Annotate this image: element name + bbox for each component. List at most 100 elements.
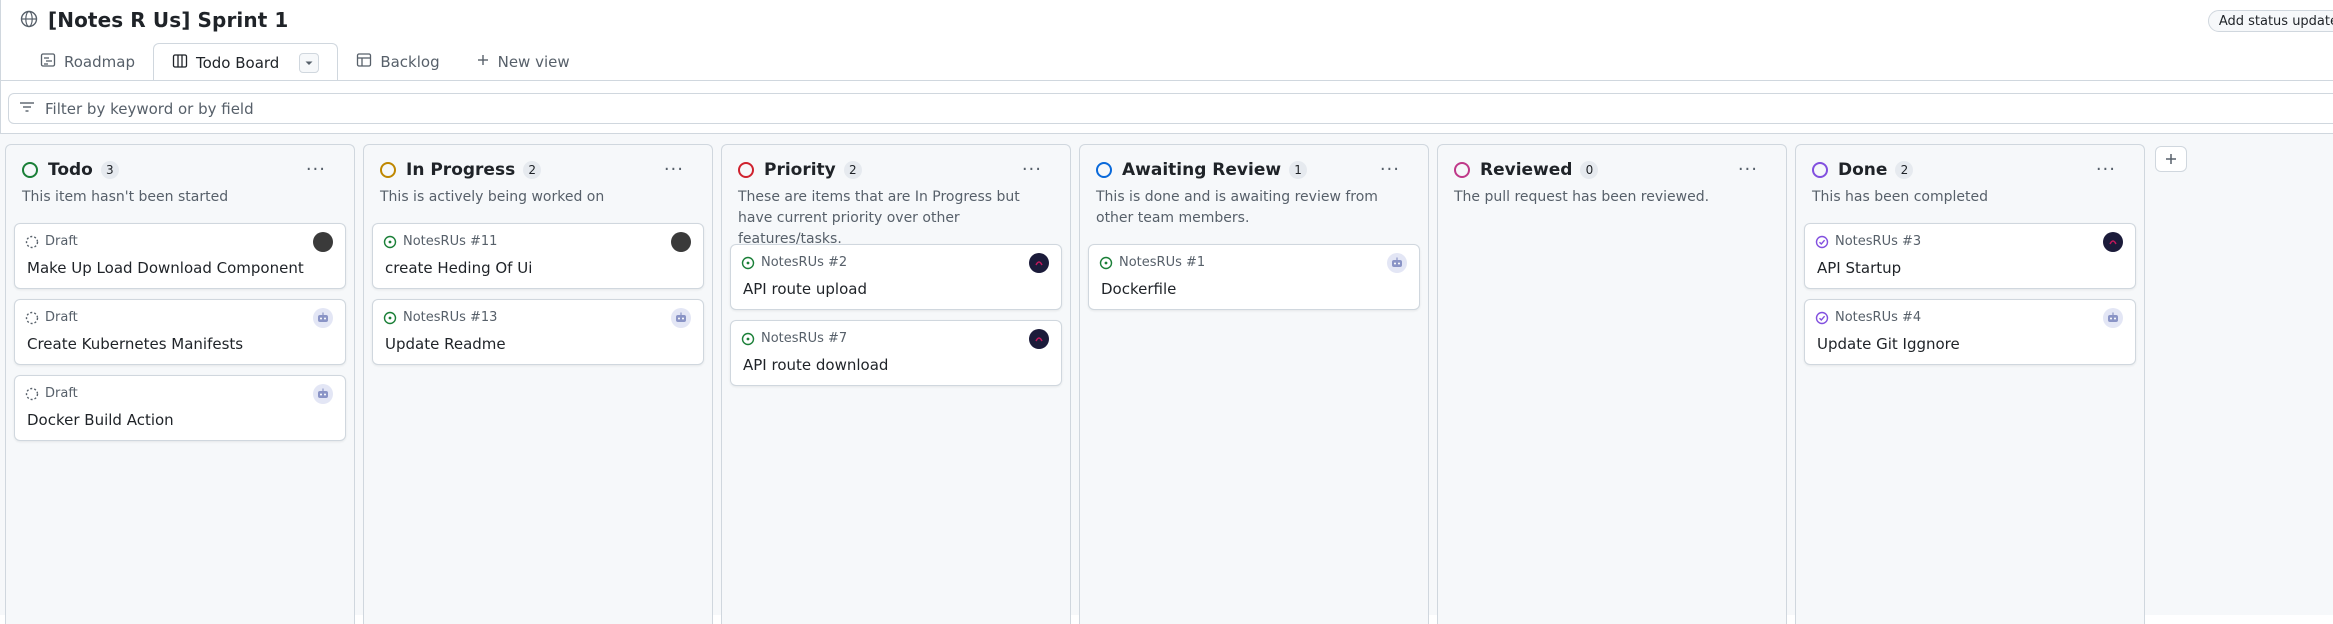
card-title[interactable]: create Heding Of Ui bbox=[385, 259, 532, 277]
card-title[interactable]: Docker Build Action bbox=[27, 411, 174, 429]
column-menu-button[interactable]: ··· bbox=[2096, 159, 2116, 180]
view-options-dropdown[interactable] bbox=[299, 52, 320, 73]
column-header: Awaiting Review 1 ··· bbox=[1096, 157, 1416, 183]
avatar[interactable] bbox=[1029, 253, 1049, 273]
tab-roadmap[interactable]: Roadmap bbox=[22, 43, 153, 81]
card-meta: NotesRUs #1 bbox=[1099, 255, 1205, 270]
card-meta: NotesRUs #2 bbox=[741, 255, 847, 270]
column-in-progress: In Progress 2 ··· This is actively being… bbox=[363, 144, 713, 624]
draft-icon bbox=[25, 235, 39, 248]
open-issue-icon bbox=[1099, 256, 1113, 269]
card-meta: NotesRUs #7 bbox=[741, 331, 847, 346]
card-title[interactable]: API route download bbox=[743, 356, 888, 374]
open-issue-icon bbox=[741, 256, 755, 269]
column-title: Priority bbox=[764, 160, 836, 180]
avatar[interactable] bbox=[671, 232, 691, 252]
item-count-badge: 2 bbox=[1895, 161, 1914, 179]
roadmap-icon bbox=[40, 52, 56, 72]
user-avatar-icon bbox=[1035, 337, 1043, 342]
avatar[interactable] bbox=[2103, 232, 2123, 252]
column-menu-button[interactable]: ··· bbox=[1022, 159, 1042, 180]
add-column-button[interactable] bbox=[2155, 146, 2187, 172]
column-description: The pull request has been reviewed. bbox=[1454, 189, 1710, 205]
page-title[interactable]: [Notes R Us] Sprint 1 bbox=[48, 8, 288, 32]
card[interactable]: NotesRUs #11 create Heding Of Ui bbox=[372, 223, 704, 289]
card[interactable]: NotesRUs #13 Update Readme bbox=[372, 299, 704, 365]
card-title[interactable]: Create Kubernetes Manifests bbox=[27, 335, 243, 353]
card-meta-text: NotesRUs #11 bbox=[403, 234, 498, 249]
avatar[interactable] bbox=[1029, 329, 1049, 349]
draft-icon bbox=[25, 311, 39, 324]
card-meta-text: NotesRUs #2 bbox=[761, 255, 848, 270]
column-description: These are items that are In Progress but… bbox=[738, 189, 1020, 247]
column-menu-button[interactable]: ··· bbox=[664, 159, 684, 180]
card-meta: NotesRUs #3 bbox=[1815, 234, 1921, 249]
card-title[interactable]: Make Up Load Download Component bbox=[27, 259, 304, 277]
column-header: Done 2 ··· bbox=[1812, 157, 2132, 183]
card[interactable]: Draft Docker Build Action bbox=[14, 375, 346, 441]
card-meta-text: Draft bbox=[45, 234, 78, 249]
column-todo: Todo 3 ··· This item hasn't been started… bbox=[5, 144, 355, 624]
card[interactable]: Draft Make Up Load Download Component bbox=[14, 223, 346, 289]
card-meta-text: Draft bbox=[45, 310, 78, 325]
avatar[interactable] bbox=[1387, 253, 1407, 273]
item-count-badge: 2 bbox=[843, 161, 862, 179]
filter-placeholder: Filter by keyword or by field bbox=[45, 99, 254, 118]
card-meta: NotesRUs #11 bbox=[383, 234, 497, 249]
column-menu-button[interactable]: ··· bbox=[1738, 159, 1758, 180]
avatar[interactable] bbox=[671, 308, 691, 328]
status-circle-icon bbox=[1812, 162, 1828, 178]
card[interactable]: NotesRUs #1 Dockerfile bbox=[1088, 244, 1420, 310]
column-title: Reviewed bbox=[1480, 160, 1573, 180]
tab-backlog[interactable]: Backlog bbox=[338, 43, 457, 81]
title-row: [Notes R Us] Sprint 1 bbox=[20, 8, 288, 32]
status-circle-icon bbox=[738, 162, 754, 178]
column-description: This item hasn't been started bbox=[22, 189, 229, 205]
filter-input[interactable]: Filter by keyword or by field bbox=[8, 93, 2333, 124]
column-priority: Priority 2 ··· These are items that are … bbox=[721, 144, 1071, 624]
column-title: Awaiting Review bbox=[1122, 160, 1282, 180]
card-meta-text: NotesRUs #3 bbox=[1835, 234, 1922, 249]
column-header: Priority 2 ··· bbox=[738, 157, 1058, 183]
bot-avatar-icon bbox=[2108, 312, 2118, 322]
tab-todo-board[interactable]: Todo Board bbox=[152, 43, 339, 81]
new-view-button[interactable]: New view bbox=[458, 43, 588, 81]
card-meta: NotesRUs #13 bbox=[383, 310, 497, 325]
card-title[interactable]: API route upload bbox=[743, 280, 867, 298]
card-title[interactable]: Update Git Iggnore bbox=[1817, 335, 1960, 353]
table-icon bbox=[356, 52, 372, 72]
status-circle-icon bbox=[380, 162, 396, 178]
card[interactable]: NotesRUs #2 API route upload bbox=[730, 244, 1062, 310]
status-circle-icon bbox=[1096, 162, 1112, 178]
bot-avatar-icon bbox=[1392, 257, 1402, 267]
card-title[interactable]: Update Readme bbox=[385, 335, 506, 353]
card-meta-text: NotesRUs #13 bbox=[403, 310, 498, 325]
card-meta: NotesRUs #4 bbox=[1815, 310, 1921, 325]
avatar[interactable] bbox=[2103, 308, 2123, 328]
column-menu-button[interactable]: ··· bbox=[306, 159, 326, 180]
column-reviewed: Reviewed 0 ··· The pull request has been… bbox=[1437, 144, 1787, 624]
card[interactable]: NotesRUs #4 Update Git Iggnore bbox=[1804, 299, 2136, 365]
card-title[interactable]: Dockerfile bbox=[1101, 280, 1176, 298]
add-status-update-button[interactable]: Add status update bbox=[2207, 10, 2333, 32]
column-description: This is actively being worked on bbox=[380, 189, 605, 205]
card-meta-text: NotesRUs #4 bbox=[1835, 310, 1922, 325]
card-meta: Draft bbox=[25, 386, 78, 401]
card-title[interactable]: API Startup bbox=[1817, 259, 1901, 277]
avatar[interactable] bbox=[313, 232, 333, 252]
draft-icon bbox=[25, 387, 39, 400]
card[interactable]: Draft Create Kubernetes Manifests bbox=[14, 299, 346, 365]
card[interactable]: NotesRUs #3 API Startup bbox=[1804, 223, 2136, 289]
card[interactable]: NotesRUs #7 API route download bbox=[730, 320, 1062, 386]
plus-icon bbox=[476, 53, 490, 71]
bot-avatar-icon bbox=[318, 312, 328, 322]
avatar[interactable] bbox=[313, 384, 333, 404]
column-title: Done bbox=[1838, 160, 1888, 180]
column-menu-button[interactable]: ··· bbox=[1380, 159, 1400, 180]
card-meta-text: NotesRUs #1 bbox=[1119, 255, 1206, 270]
avatar[interactable] bbox=[313, 308, 333, 328]
project-header: [Notes R Us] Sprint 1 Add status update … bbox=[0, 0, 2333, 81]
tab-label: Roadmap bbox=[64, 53, 135, 71]
item-count-badge: 2 bbox=[523, 161, 542, 179]
item-count-badge: 3 bbox=[100, 161, 119, 179]
